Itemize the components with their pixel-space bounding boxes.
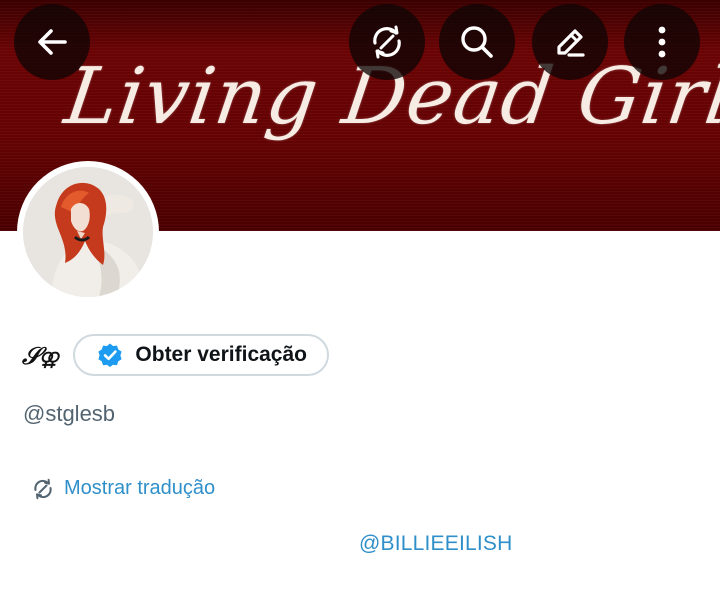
translate-button[interactable]	[349, 4, 425, 80]
back-button[interactable]	[14, 4, 90, 80]
more-vertical-icon	[658, 26, 666, 58]
username-handle: @stglesb	[23, 401, 116, 426]
translate-icon	[373, 25, 401, 59]
avatar[interactable]	[17, 161, 159, 303]
translate-icon	[32, 478, 54, 500]
verified-badge-icon	[97, 342, 123, 368]
edit-button[interactable]	[532, 4, 608, 80]
search-icon	[461, 26, 493, 58]
pencil-icon	[557, 29, 585, 57]
show-translation-label: Mostrar tradução	[64, 477, 216, 499]
display-name: 𝒮⚢	[22, 340, 58, 370]
get-verified-label: Obter verificação	[135, 343, 307, 366]
search-button[interactable]	[439, 4, 515, 80]
bio-mention-link[interactable]: @BILLIEEILISH	[359, 532, 513, 556]
more-options-button[interactable]	[624, 4, 700, 80]
show-translation-link[interactable]: Mostrar tradução	[32, 477, 215, 500]
avatar-image	[23, 167, 153, 297]
arrow-left-icon	[38, 29, 67, 55]
profile-page: Living Dead Girl 𝒮⚢ Obter verificação @s…	[0, 0, 720, 599]
get-verified-button[interactable]: Obter verificação	[73, 334, 329, 376]
name-row: 𝒮⚢ Obter verificação	[22, 333, 329, 377]
